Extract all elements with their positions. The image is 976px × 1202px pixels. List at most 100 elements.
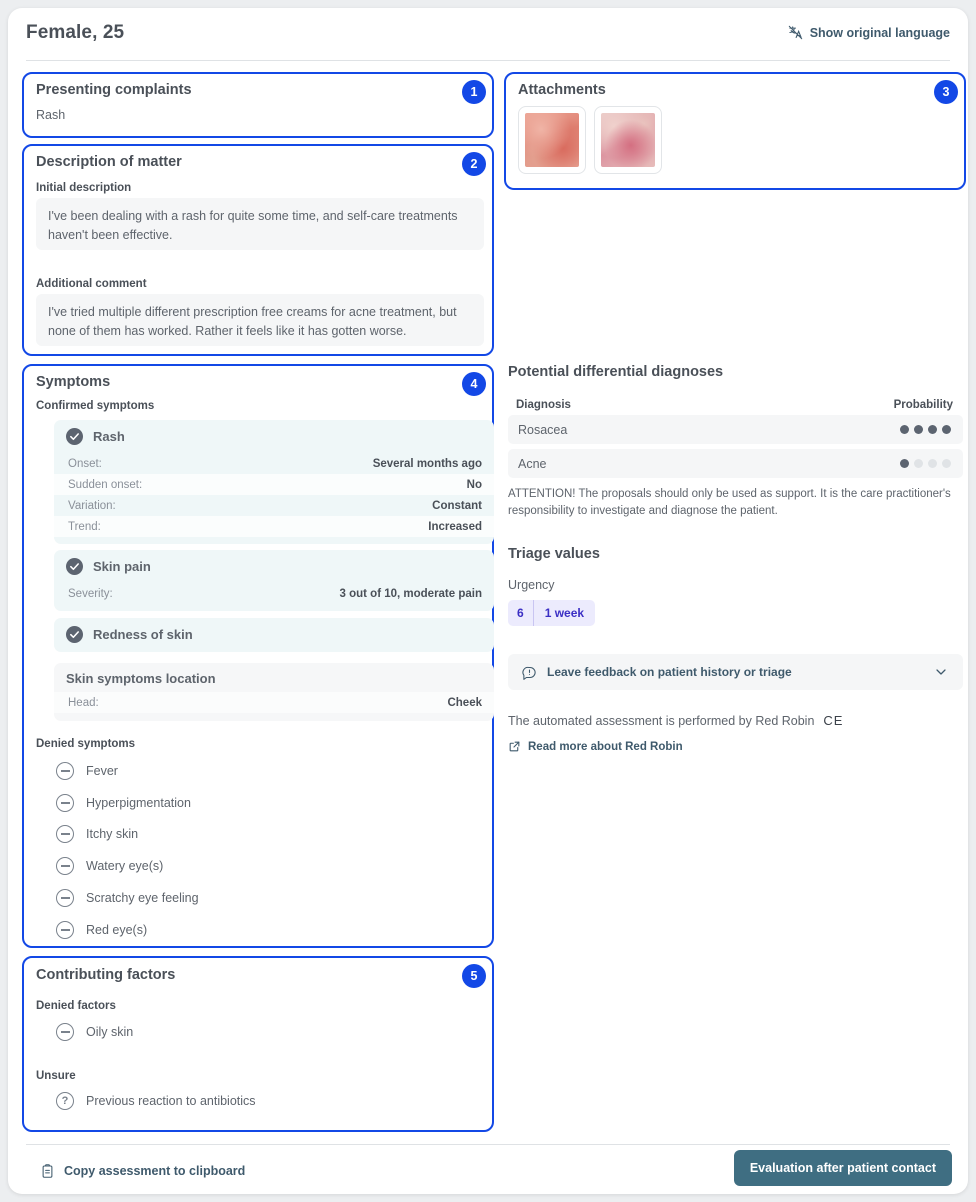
- rash-photo-2: [601, 113, 655, 167]
- symptom-card-skin-pain: Skin pain Severity: 3 out of 10, moderat…: [54, 550, 494, 611]
- initial-description-text: I've been dealing with a rash for quite …: [36, 198, 484, 250]
- detail-value: Several months ago: [372, 457, 482, 470]
- unsure-factor-item: ? Previous reaction to antibiotics: [56, 1092, 256, 1110]
- probability-dot: [900, 459, 909, 468]
- question-circle-icon: ?: [56, 1092, 74, 1110]
- detail-key: Variation:: [68, 499, 116, 512]
- attention-note: ATTENTION! The proposals should only be …: [508, 488, 951, 517]
- symptom-detail-row: Variation: Constant: [54, 495, 494, 516]
- read-more-link[interactable]: Read more about Red Robin: [508, 740, 963, 753]
- urgency-badge: 6 1 week: [508, 600, 596, 626]
- step-badge-1: 1: [462, 80, 486, 104]
- diagnosis-name: Rosacea: [518, 422, 568, 437]
- step-badge-5: 5: [462, 964, 486, 988]
- additional-comment-text: I've tried multiple different prescripti…: [36, 294, 484, 346]
- col-diagnosis: Diagnosis: [516, 399, 571, 411]
- leave-feedback-accordion[interactable]: Leave feedback on patient history or tri…: [508, 654, 963, 690]
- denied-symptom-label: Fever: [86, 764, 118, 778]
- probability-dot: [900, 425, 909, 434]
- minus-circle-icon: [56, 1023, 74, 1041]
- denied-symptom-label: Hyperpigmentation: [86, 796, 191, 810]
- detail-value: Increased: [428, 520, 482, 533]
- symptoms-title: Symptoms: [36, 374, 111, 390]
- copy-assessment-label: Copy assessment to clipboard: [64, 1164, 246, 1178]
- minus-circle-icon: [56, 921, 74, 939]
- additional-comment-label: Additional comment: [36, 278, 147, 290]
- comment-alert-icon: [522, 665, 537, 680]
- minus-circle-icon: [56, 889, 74, 907]
- symptom-detail-row: Trend: Increased: [54, 516, 494, 537]
- probability-dot: [928, 425, 937, 434]
- contributing-factors-title: Contributing factors: [36, 967, 176, 983]
- detail-value: 3 out of 10, moderate pain: [339, 587, 483, 600]
- denied-factor-label: Oily skin: [86, 1025, 134, 1039]
- presenting-complaints-section: 1 Presenting complaints Rash: [22, 72, 494, 138]
- presenting-complaints-title: Presenting complaints: [36, 82, 192, 98]
- probability-dots: [900, 459, 951, 468]
- header-divider: [26, 60, 950, 61]
- probability-dots: [900, 425, 951, 434]
- denied-symptom-label: Watery eye(s): [86, 859, 164, 873]
- show-original-language-button[interactable]: Show original language: [788, 25, 950, 40]
- copy-assessment-button[interactable]: Copy assessment to clipboard: [40, 1163, 245, 1179]
- assessment-panel: Female, 25 Show original language 1 Pres…: [8, 8, 968, 1194]
- denied-factors-label: Denied factors: [36, 1000, 116, 1012]
- symptom-header: Skin pain: [54, 550, 494, 583]
- probability-dot: [914, 459, 923, 468]
- probability-dot: [942, 425, 951, 434]
- denied-symptom-item: Itchy skin: [56, 825, 138, 843]
- show-original-language-label: Show original language: [809, 25, 950, 40]
- location-detail-row: Head: Cheek: [54, 692, 494, 713]
- symptom-header: Redness of skin: [54, 618, 494, 652]
- symptom-card-rash: Rash Onset: Several months ago Sudden on…: [54, 420, 494, 544]
- evaluation-after-patient-contact-button[interactable]: Evaluation after patient contact: [733, 1150, 952, 1186]
- diagnoses-table-header: Diagnosis Probability: [508, 399, 963, 415]
- detail-key: Head:: [68, 696, 99, 709]
- denied-symptoms-label: Denied symptoms: [36, 738, 136, 750]
- check-circle-icon: [66, 558, 83, 575]
- diagnosis-name: Acne: [518, 456, 547, 471]
- minus-circle-icon: [56, 794, 74, 812]
- header: Female, 25 Show original language: [8, 8, 968, 61]
- denied-factor-item: Oily skin: [56, 1023, 133, 1041]
- description-of-matter-section: 2 Description of matter Initial descript…: [22, 144, 494, 356]
- attachment-thumbnail-2[interactable]: [594, 106, 662, 174]
- urgency-timeframe: 1 week: [544, 606, 585, 620]
- description-title: Description of matter: [36, 154, 182, 170]
- external-link-icon: [508, 740, 521, 753]
- col-probability: Probability: [893, 399, 953, 411]
- denied-symptom-label: Red eye(s): [86, 923, 148, 937]
- ce-mark-icon: CE: [823, 713, 844, 728]
- read-more-label: Read more about Red Robin: [528, 740, 683, 753]
- symptom-detail-row: Severity: 3 out of 10, moderate pain: [54, 583, 494, 604]
- check-circle-icon: [66, 626, 83, 643]
- feedback-label: Leave feedback on patient history or tri…: [547, 665, 792, 679]
- symptom-card-redness-of-skin: Redness of skin: [54, 618, 494, 652]
- denied-symptom-item: Fever: [56, 762, 118, 780]
- detail-key: Trend:: [68, 520, 101, 533]
- diagnosis-row: Rosacea: [508, 415, 963, 444]
- translate-off-icon: [788, 25, 803, 40]
- symptom-detail-row: Sudden onset: No: [54, 474, 494, 495]
- automated-assessment-byline: The automated assessment is performed by…: [508, 713, 963, 728]
- detail-value: No: [466, 478, 482, 491]
- attachment-thumbnail-1[interactable]: [518, 106, 586, 174]
- symptom-detail-row: Onset: Several months ago: [54, 453, 494, 474]
- urgency-label: Urgency: [508, 578, 555, 592]
- page-title: Female, 25: [26, 22, 125, 43]
- unsure-label: Unsure: [36, 1070, 76, 1082]
- attachment-thumbnails: [518, 106, 662, 174]
- denied-symptom-item: Watery eye(s): [56, 857, 163, 875]
- right-column: Potential differential diagnoses Diagnos…: [508, 364, 963, 753]
- detail-value: Constant: [432, 499, 482, 512]
- denied-symptom-label: Itchy skin: [86, 827, 139, 841]
- probability-dot: [928, 459, 937, 468]
- triage-values-title: Triage values: [508, 546, 600, 562]
- detail-key: Sudden onset:: [68, 478, 143, 491]
- step-badge-3: 3: [934, 80, 958, 104]
- denied-symptom-item: Red eye(s): [56, 921, 147, 939]
- symptom-name: Rash: [93, 429, 125, 444]
- symptom-name: Redness of skin: [93, 627, 193, 642]
- attachments-section: 3 Attachments: [504, 72, 966, 190]
- chevron-down-icon[interactable]: [933, 664, 949, 680]
